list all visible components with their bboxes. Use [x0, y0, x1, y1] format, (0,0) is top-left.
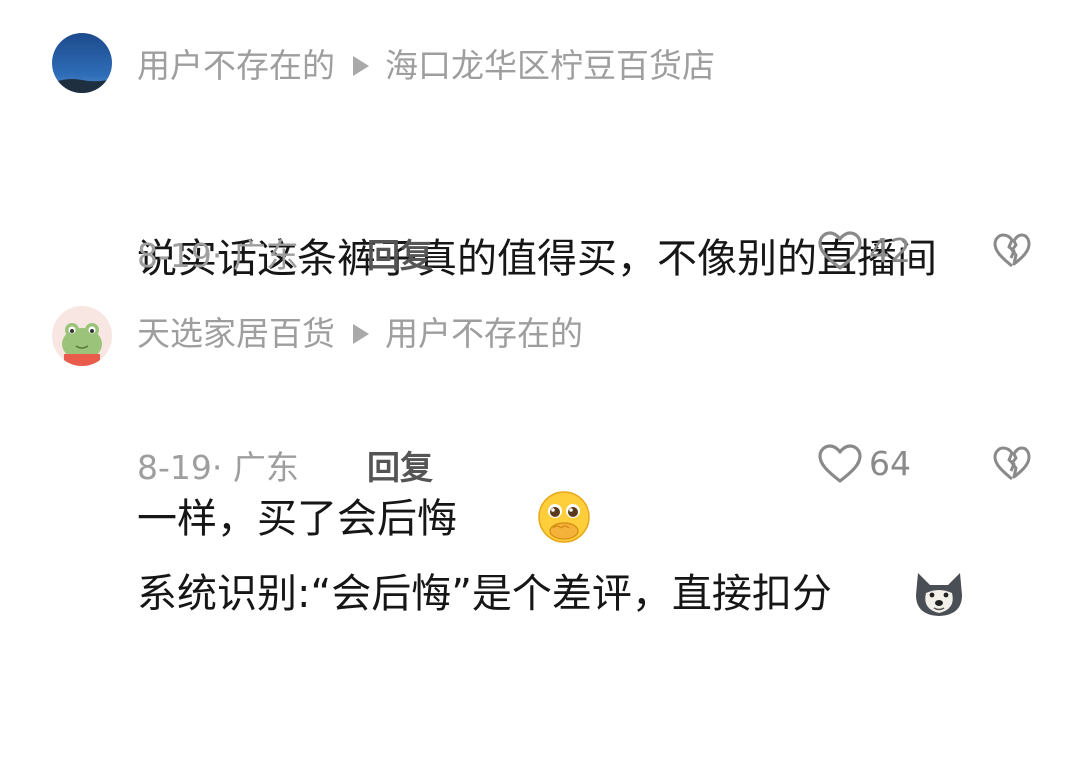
reply-to-name[interactable]: 海口龙华区柠豆百货店 [385, 46, 715, 86]
author-name[interactable]: 天选家居百货 [137, 314, 335, 354]
author-name[interactable]: 用户不存在的 [137, 46, 335, 86]
heart-outline-icon [818, 231, 862, 270]
avatar[interactable] [52, 33, 112, 93]
dislike-button[interactable] [992, 232, 1032, 274]
comment-item: 用户不存在的 海口龙华区柠豆百货店 说实话这条裤子真的值得买，不像别的直播间 一… [0, 0, 1080, 543]
avatar[interactable] [52, 306, 112, 366]
reply-button[interactable]: 回复 [367, 236, 433, 276]
like-count: 42 [869, 231, 911, 270]
heart-outline-icon [818, 444, 862, 483]
comment-meta: 用户不存在的 海口龙华区柠豆百货店 [137, 46, 715, 86]
reply-arrow-icon [353, 324, 369, 344]
comment-date-location: 8-19· 广东 [137, 448, 299, 487]
reply-button[interactable]: 回复 [367, 448, 433, 488]
comment-date-location: 8-19· 广东 [137, 236, 299, 275]
comment-meta: 天选家居百货 用户不存在的 [137, 314, 583, 354]
broken-heart-icon [993, 446, 1031, 481]
comment-text-line: 系统识别:“会后悔”是个差评，直接扣分 [137, 499, 1037, 639]
reply-to-name[interactable]: 用户不存在的 [385, 314, 583, 354]
like-button[interactable]: 64 [817, 443, 911, 485]
comment-text: 系统识别:“会后悔”是个差评，直接扣分 [137, 367, 1037, 771]
reply-arrow-icon [353, 56, 369, 76]
doge-wolf-emoji [836, 499, 966, 639]
like-button[interactable]: 42 [817, 230, 911, 272]
comment-item: 天选家居百货 用户不存在的 系统识别:“会后悔”是个差评，直接扣分 8-19· … [0, 290, 1080, 617]
like-count: 64 [869, 444, 911, 483]
dislike-button[interactable] [992, 445, 1032, 487]
broken-heart-icon [993, 233, 1031, 268]
